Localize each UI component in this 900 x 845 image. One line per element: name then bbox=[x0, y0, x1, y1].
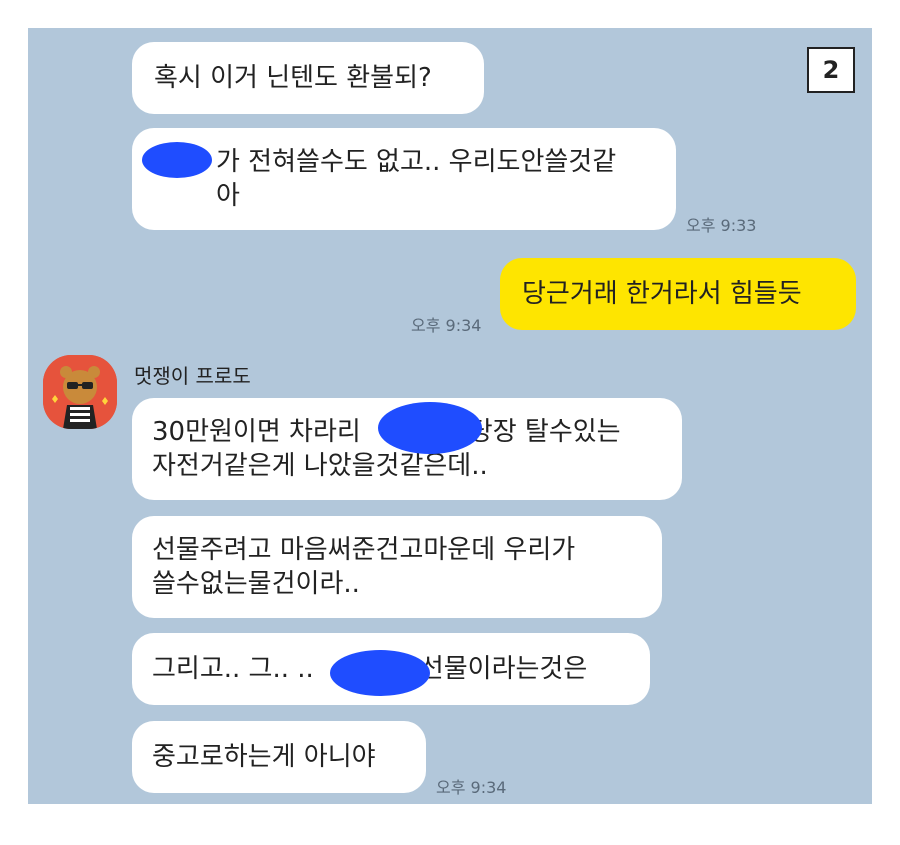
message-timestamp: 오후 9:34 bbox=[411, 316, 482, 335]
message-text: 당근거래 한거라서 힘들듯 bbox=[522, 279, 802, 309]
message-timestamp: 오후 9:33 bbox=[686, 216, 757, 235]
message-bubble[interactable]: 혹시 이거 닌텐도 환불되? bbox=[132, 42, 484, 114]
message-text: 가 전혀쓸수도 없고.. 우리도안쓸것같 아 bbox=[216, 147, 617, 211]
my-message-bubble[interactable]: 당근거래 한거라서 힘들듯 bbox=[500, 258, 856, 330]
ryan-character-icon bbox=[43, 355, 117, 429]
message-text: 선물주려고 마음써준건고마운데 우리가 쓸수없는물건이라.. bbox=[152, 535, 576, 599]
image-number-badge: 2 bbox=[807, 47, 855, 93]
message-timestamp: 오후 9:34 bbox=[436, 778, 507, 797]
message-bubble[interactable]: 선물주려고 마음써준건고마운데 우리가 쓸수없는물건이라.. bbox=[132, 516, 662, 618]
message-bubble[interactable]: 가 전혀쓸수도 없고.. 우리도안쓸것같 아 bbox=[132, 128, 676, 230]
sender-name: 멋쟁이 프로도 bbox=[134, 364, 251, 388]
profile-avatar[interactable] bbox=[43, 355, 117, 429]
message-text: 자전거같은게 나았을것같은데.. bbox=[152, 451, 488, 481]
redaction-mark bbox=[142, 142, 212, 178]
redaction-mark bbox=[330, 650, 430, 696]
message-bubble[interactable]: 중고로하는게 아니야 bbox=[132, 721, 426, 793]
redaction-mark bbox=[378, 402, 482, 454]
message-text: 중고로하는게 아니야 bbox=[152, 742, 376, 772]
message-text: 혹시 이거 닌텐도 환불되? bbox=[154, 63, 432, 93]
